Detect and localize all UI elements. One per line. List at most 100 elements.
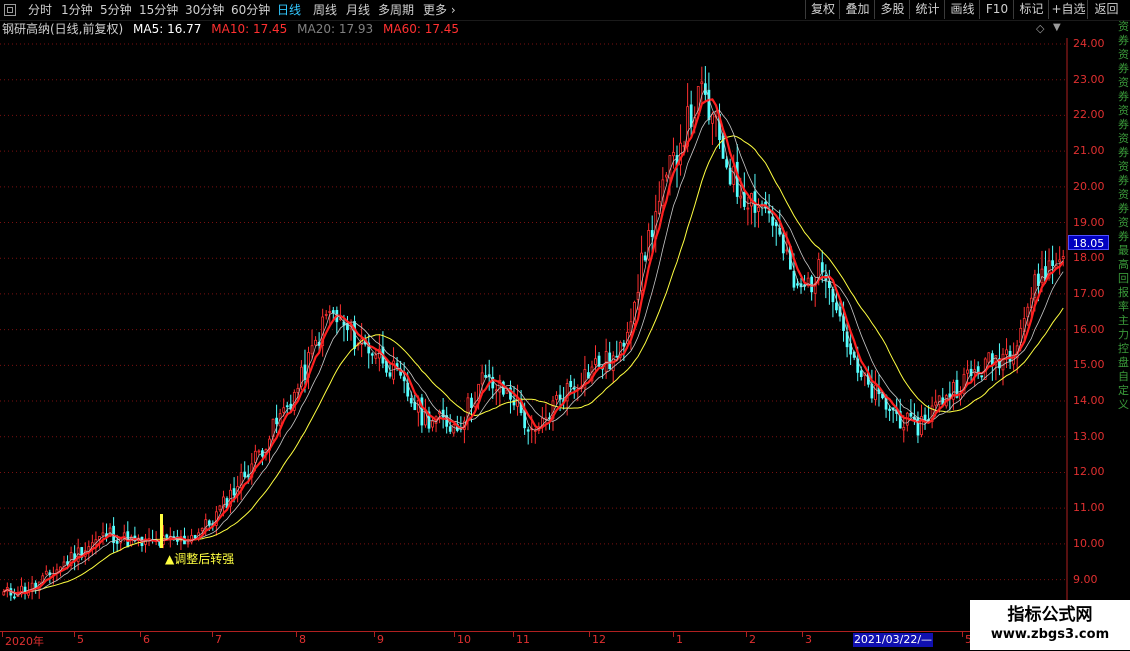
candlestick[interactable] [923, 407, 927, 430]
candlestick[interactable] [555, 391, 558, 405]
tab-monthly[interactable]: 月线 [346, 1, 370, 19]
side-indicator-strip[interactable]: 资券资券资券资券资券资券资券资券最高回报率主力控盘自定义 [1118, 20, 1130, 450]
candlestick[interactable] [80, 546, 84, 561]
tab-daily[interactable]: 日线 [277, 1, 301, 19]
candlestick[interactable] [835, 292, 838, 314]
window-toggle-icon[interactable] [4, 4, 16, 16]
candlestick[interactable] [324, 310, 328, 320]
candlestick[interactable] [335, 306, 339, 335]
candlestick[interactable] [827, 269, 831, 305]
candlestick[interactable] [888, 405, 891, 421]
stats-button[interactable]: 统计 [909, 0, 945, 19]
candlestick[interactable] [261, 448, 264, 466]
multi-stock-button[interactable]: 多股 [874, 0, 910, 19]
candlestick[interactable] [154, 531, 158, 546]
candlestick[interactable] [672, 137, 675, 169]
candlestick[interactable] [615, 340, 619, 358]
candlestick[interactable] [243, 461, 247, 479]
mark-button[interactable]: 标记 [1013, 0, 1049, 19]
candlestick[interactable] [976, 361, 980, 379]
candlestick[interactable] [540, 407, 544, 433]
candlestick[interactable] [689, 90, 693, 136]
candlestick[interactable] [962, 367, 966, 397]
candlestick[interactable] [757, 198, 760, 228]
candlestick[interactable] [1005, 338, 1008, 369]
candlestick[interactable] [711, 111, 714, 145]
candlestick[interactable] [746, 196, 750, 226]
tab-30min[interactable]: 30分钟 [185, 1, 224, 19]
candlestick[interactable] [959, 386, 962, 406]
candlestick[interactable] [140, 536, 144, 552]
tab-60min[interactable]: 60分钟 [231, 1, 270, 19]
candlestick[interactable] [1026, 303, 1030, 327]
candlestick[interactable] [466, 392, 470, 431]
add-watchlist-button[interactable]: +自选 [1048, 0, 1088, 19]
candlestick[interactable] [498, 374, 502, 407]
candlestick[interactable] [643, 251, 647, 262]
candlestick[interactable] [728, 158, 732, 186]
candlestick[interactable] [473, 391, 477, 409]
tab-more[interactable]: 更多 › [423, 1, 456, 19]
candlestick[interactable] [505, 389, 509, 394]
candlestick[interactable] [257, 449, 261, 456]
candlestick[interactable] [250, 453, 254, 485]
draw-line-button[interactable]: 画线 [944, 0, 980, 19]
tab-multi-period[interactable]: 多周期 [378, 1, 414, 19]
candlestick[interactable] [813, 277, 817, 307]
candlestick[interactable] [370, 352, 374, 364]
candlestick[interactable] [665, 171, 668, 182]
candlestick[interactable] [810, 274, 814, 301]
candlestick[interactable] [909, 399, 913, 418]
candlestick[interactable] [774, 219, 778, 246]
tab-1min[interactable]: 1分钟 [61, 1, 93, 19]
candlestick[interactable] [314, 336, 317, 347]
candlestick[interactable] [1001, 348, 1005, 386]
tab-5min[interactable]: 5分钟 [100, 1, 132, 19]
candlestick[interactable] [948, 381, 952, 411]
f10-button[interactable]: F10 [979, 0, 1014, 19]
candlestick[interactable] [310, 329, 314, 360]
candlestick[interactable] [502, 380, 505, 397]
candlestick[interactable] [441, 398, 445, 429]
candlestick[interactable] [916, 411, 920, 444]
candlestick[interactable] [703, 66, 707, 102]
candlestick[interactable] [753, 173, 757, 228]
candlestick[interactable] [579, 372, 583, 393]
candlestick[interactable] [484, 364, 488, 378]
candlestick[interactable] [679, 124, 682, 176]
back-button[interactable]: 返回 [1087, 0, 1125, 19]
candlestick[interactable] [459, 416, 463, 433]
candlestick[interactable] [1054, 252, 1058, 270]
candlestick[interactable] [239, 463, 243, 501]
stock-title[interactable]: 钢研高纳(日线,前复权) [2, 22, 123, 36]
candlestick[interactable] [764, 191, 767, 214]
candlestick[interactable] [218, 504, 222, 512]
tab-fenshi[interactable]: 分时 [28, 1, 52, 19]
candlestick[interactable] [190, 528, 193, 545]
candlestick[interactable] [147, 528, 151, 547]
candlestick[interactable] [973, 359, 977, 387]
candlestick[interactable] [877, 374, 881, 407]
candlestick[interactable] [572, 378, 576, 399]
candlestick[interactable] [452, 423, 456, 437]
candlestick[interactable] [183, 527, 186, 545]
candlestick[interactable] [491, 366, 495, 399]
candlestick[interactable] [902, 415, 906, 443]
diamond-icon[interactable]: ◇ [1036, 22, 1044, 35]
candlestick[interactable] [526, 426, 530, 445]
candlestick[interactable] [353, 315, 356, 356]
candlestick[interactable] [980, 375, 984, 381]
candlestick[interactable] [20, 577, 23, 598]
candlestick[interactable] [165, 533, 169, 539]
candlestick[interactable] [44, 565, 48, 576]
candlestick[interactable] [48, 569, 52, 584]
chevron-down-icon[interactable]: ▼ [1053, 22, 1061, 33]
tab-weekly[interactable]: 周线 [313, 1, 337, 19]
candlestick[interactable] [608, 341, 612, 370]
tab-15min[interactable]: 15分钟 [139, 1, 178, 19]
candlestick[interactable] [647, 223, 651, 262]
candlestick[interactable] [420, 393, 424, 433]
candlestick[interactable] [126, 521, 130, 548]
candlestick[interactable] [144, 533, 147, 553]
candlestick[interactable] [494, 384, 498, 406]
